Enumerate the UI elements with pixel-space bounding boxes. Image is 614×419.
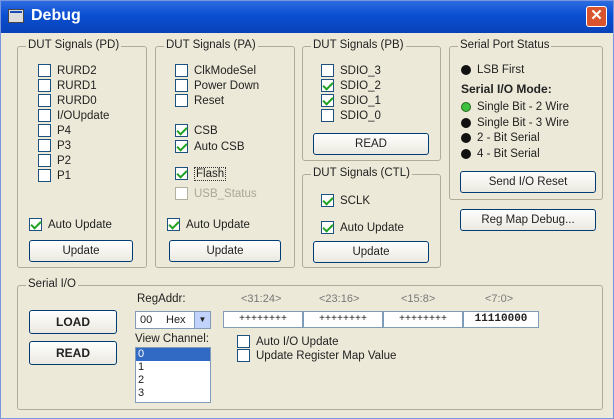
- mode-indicator: Single Bit - 2 Wire: [461, 99, 569, 114]
- pa-auto-update[interactable]: Auto Update: [167, 217, 250, 232]
- regaddr-format: Hex: [166, 314, 186, 326]
- pb-item[interactable]: SDIO_2: [321, 78, 381, 93]
- group-title-pb: DUT Signals (PB): [311, 39, 406, 51]
- checkbox[interactable]: [321, 64, 334, 77]
- col-header: <7:0>: [485, 293, 514, 305]
- group-title-serial-io: Serial I/O: [26, 278, 78, 290]
- checkbox[interactable]: [321, 94, 334, 107]
- read-button[interactable]: READ: [29, 341, 117, 365]
- pd-item[interactable]: RURD2: [38, 63, 97, 78]
- pa-item[interactable]: Flash: [175, 166, 227, 181]
- hex-field-31-24[interactable]: ++++++++: [223, 311, 303, 328]
- chevron-down-icon[interactable]: ▼: [194, 312, 210, 328]
- pd-item[interactable]: P4: [38, 123, 71, 138]
- led-icon: [461, 117, 471, 128]
- col-header: <31:24>: [241, 293, 282, 305]
- checkbox[interactable]: [38, 154, 51, 167]
- checkbox[interactable]: [175, 79, 188, 92]
- serial-io-mode-heading: Serial I/O Mode:: [461, 81, 552, 96]
- group-title-sps: Serial Port Status: [458, 39, 552, 51]
- list-item[interactable]: 1: [136, 361, 210, 374]
- checkbox[interactable]: [321, 221, 334, 234]
- update-register-map-value[interactable]: Update Register Map Value: [237, 348, 396, 363]
- view-channel-label: View Channel:: [135, 333, 209, 345]
- window-icon: [8, 9, 24, 23]
- mode-indicator: 4 - Bit Serial: [461, 146, 540, 161]
- checkbox[interactable]: [167, 218, 180, 231]
- checkbox[interactable]: [321, 109, 334, 122]
- pa-item[interactable]: CSB: [175, 123, 218, 138]
- pa-item[interactable]: Reset: [175, 93, 224, 108]
- pd-item[interactable]: P1: [38, 168, 71, 183]
- pa-item[interactable]: Power Down: [175, 78, 259, 93]
- pd-item[interactable]: RURD0: [38, 93, 97, 108]
- checkbox[interactable]: [175, 140, 188, 153]
- checkbox[interactable]: [38, 169, 51, 182]
- checkbox: [175, 187, 188, 200]
- checkbox[interactable]: [38, 109, 51, 122]
- pd-item[interactable]: P2: [38, 153, 71, 168]
- regaddr-label: RegAddr:: [137, 293, 186, 305]
- pd-item[interactable]: P3: [38, 138, 71, 153]
- pd-update-button[interactable]: Update: [29, 240, 133, 262]
- send-io-reset-button[interactable]: Send I/O Reset: [460, 171, 596, 193]
- ctl-auto-update[interactable]: Auto Update: [321, 220, 404, 235]
- checkbox[interactable]: [38, 124, 51, 137]
- pd-auto-update[interactable]: Auto Update: [29, 217, 112, 232]
- pa-item[interactable]: Auto CSB: [175, 139, 245, 154]
- group-title-pd: DUT Signals (PD): [26, 39, 122, 51]
- checkbox[interactable]: [175, 167, 188, 180]
- pb-read-button[interactable]: READ: [313, 133, 429, 155]
- pd-item[interactable]: RURD1: [38, 78, 97, 93]
- pd-item[interactable]: I/OUpdate: [38, 108, 109, 123]
- regaddr-select[interactable]: 00 Hex ▼: [135, 311, 211, 329]
- checkbox[interactable]: [29, 218, 42, 231]
- view-channel-list[interactable]: 0 1 2 3: [135, 347, 211, 403]
- mode-indicator: 2 - Bit Serial: [461, 130, 540, 145]
- checkbox[interactable]: [175, 94, 188, 107]
- hex-field-23-16[interactable]: ++++++++: [303, 311, 383, 328]
- list-item[interactable]: 2: [136, 374, 210, 387]
- pa-item[interactable]: ClkModeSel: [175, 63, 256, 78]
- title-bar: Debug ✕: [1, 1, 613, 33]
- debug-window: Debug ✕ DUT Signals (PD) RURD2 RURD1 RUR…: [0, 0, 614, 419]
- pb-item[interactable]: SDIO_0: [321, 108, 381, 123]
- checkbox[interactable]: [237, 349, 250, 362]
- led-icon: [461, 101, 471, 112]
- checkbox[interactable]: [175, 64, 188, 77]
- list-item[interactable]: 3: [136, 387, 210, 400]
- ctl-sclk[interactable]: SCLK: [321, 193, 370, 208]
- pb-item[interactable]: SDIO_3: [321, 63, 381, 78]
- auto-io-update[interactable]: Auto I/O Update: [237, 334, 338, 349]
- load-button[interactable]: LOAD: [29, 310, 117, 334]
- reg-map-debug-button[interactable]: Reg Map Debug...: [460, 209, 596, 231]
- ctl-update-button[interactable]: Update: [313, 241, 429, 263]
- led-icon: [461, 148, 471, 159]
- led-icon: [461, 64, 471, 75]
- list-item[interactable]: 0: [136, 348, 210, 361]
- hex-field-15-8[interactable]: ++++++++: [383, 311, 463, 328]
- regaddr-value: 00: [140, 314, 153, 326]
- checkbox[interactable]: [38, 64, 51, 77]
- mode-indicator: Single Bit - 3 Wire: [461, 115, 569, 130]
- checkbox[interactable]: [175, 124, 188, 137]
- pa-update-button[interactable]: Update: [169, 240, 281, 262]
- hex-field-7-0[interactable]: 11110000: [463, 311, 539, 328]
- close-button[interactable]: ✕: [586, 6, 607, 27]
- group-title-pa: DUT Signals (PA): [164, 39, 258, 51]
- pb-item[interactable]: SDIO_1: [321, 93, 381, 108]
- group-title-ctl: DUT Signals (CTL): [311, 167, 412, 179]
- col-header: <15:8>: [401, 293, 436, 305]
- checkbox[interactable]: [237, 335, 250, 348]
- checkbox[interactable]: [321, 79, 334, 92]
- lsb-first-indicator: LSB First: [461, 62, 524, 77]
- led-icon: [461, 132, 471, 143]
- pa-item: USB_Status: [175, 186, 257, 201]
- checkbox[interactable]: [38, 139, 51, 152]
- checkbox[interactable]: [321, 194, 334, 207]
- checkbox[interactable]: [38, 94, 51, 107]
- checkbox[interactable]: [38, 79, 51, 92]
- window-title: Debug: [31, 7, 81, 24]
- col-header: <23:16>: [319, 293, 360, 305]
